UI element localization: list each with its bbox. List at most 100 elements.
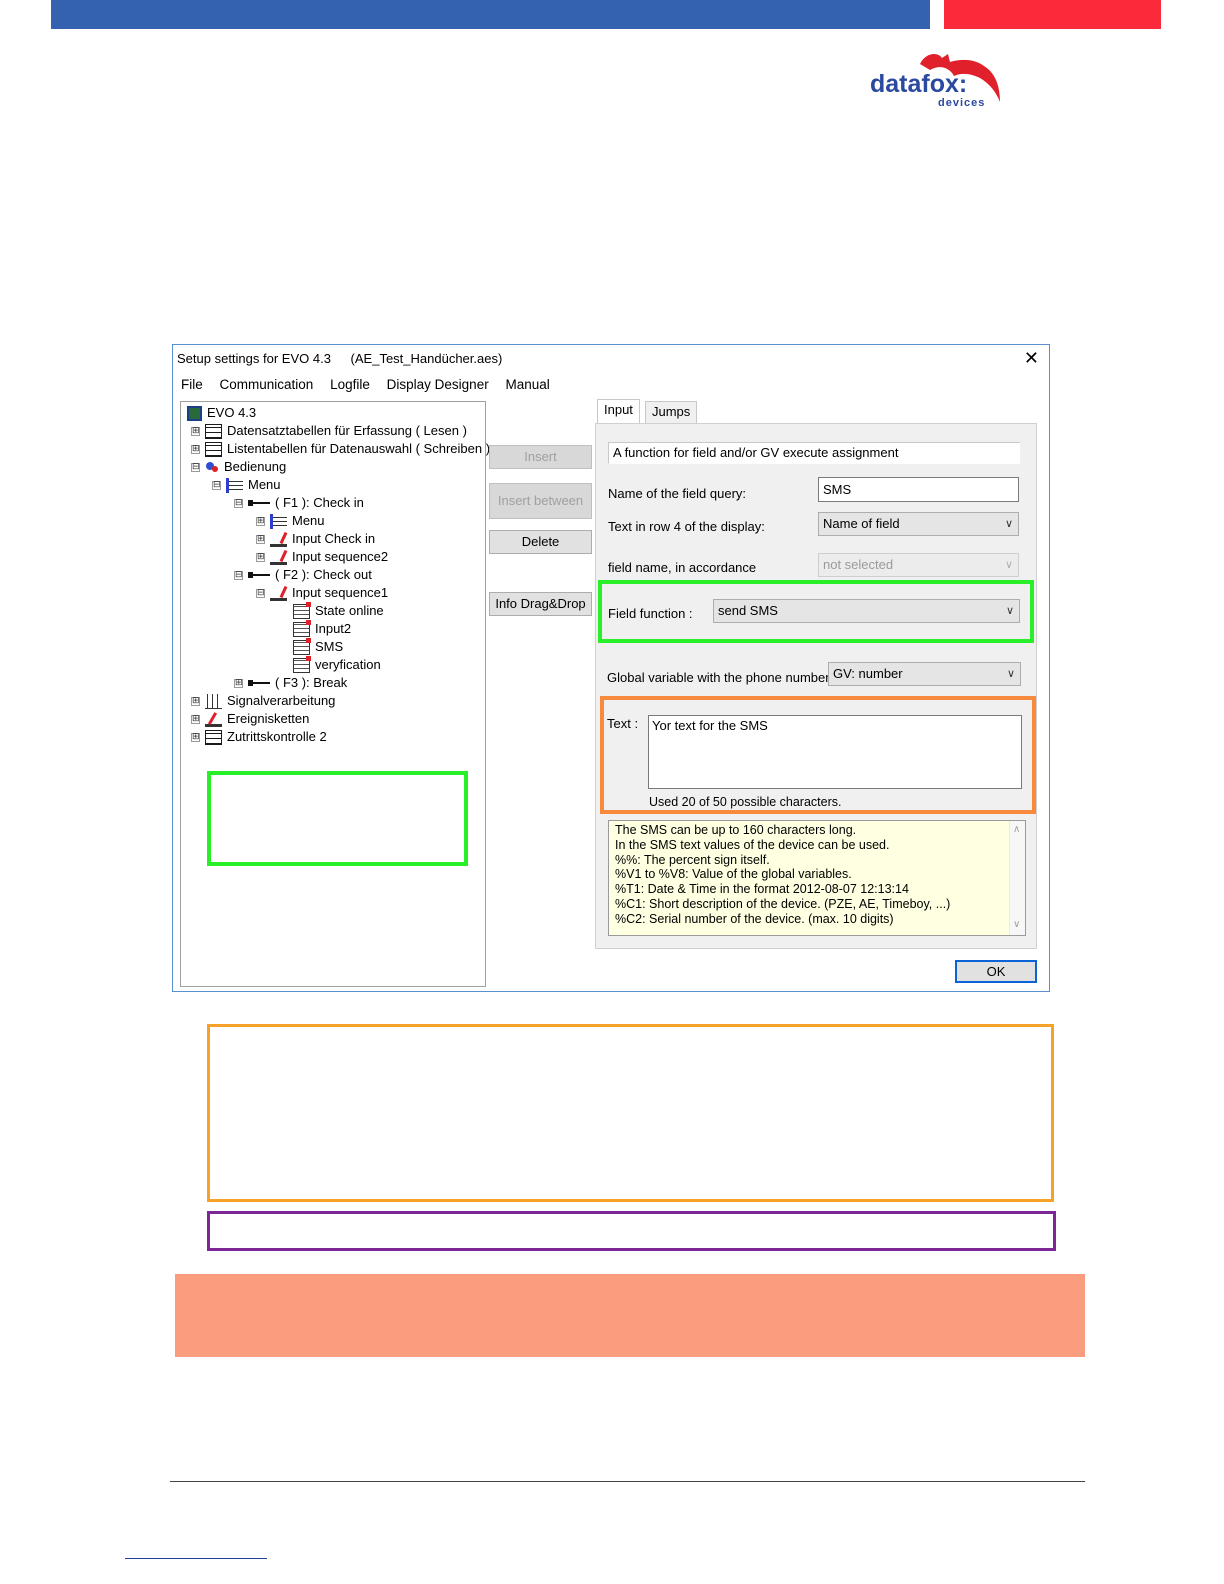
tree-item-menu[interactable]: ⊟ Menu (212, 476, 281, 494)
annotation-box-orange (207, 1024, 1054, 1202)
field-name-input[interactable]: SMS (818, 477, 1019, 502)
menu-display-designer[interactable]: Display Designer (387, 377, 489, 392)
tree-item-input-sequence1[interactable]: ⊟ Input sequence1 (256, 584, 388, 602)
expand-icon[interactable]: ⊞ (191, 732, 200, 742)
ok-button[interactable]: OK (955, 960, 1037, 983)
tree-item-label: Menu (248, 477, 281, 492)
tree-item-datensatztabellen[interactable]: ⊞ Datensatztabellen für Erfassung ( Lese… (191, 422, 467, 440)
annotation-box-purple (207, 1211, 1056, 1251)
tree-item-label: veryfication (315, 657, 381, 672)
event-chain-icon (205, 712, 222, 727)
delete-button[interactable]: Delete (489, 530, 592, 554)
collapse-icon[interactable]: ⊟ (191, 462, 200, 472)
expand-icon[interactable]: ⊞ (256, 516, 265, 526)
char-count-text: Used 20 of 50 possible characters. (649, 795, 842, 809)
function-key-icon (248, 500, 270, 506)
gv-phone-select[interactable]: GV: number ∨ (828, 662, 1021, 686)
expand-icon[interactable]: ⊞ (256, 552, 265, 562)
tree-item-label: Menu (292, 513, 325, 528)
tree-item-submenu[interactable]: ⊞ Menu (256, 512, 325, 530)
tree-item-input-sequence2[interactable]: ⊞ Input sequence2 (256, 548, 388, 566)
logo-sub-text: devices (938, 97, 985, 109)
tab-jumps[interactable]: Jumps (645, 401, 698, 423)
expand-icon[interactable]: ⊞ (256, 534, 265, 544)
input-icon (270, 550, 287, 565)
tree-item-bedienung[interactable]: ⊟ Bedienung (191, 458, 286, 476)
collapse-icon[interactable]: ⊟ (212, 480, 221, 490)
menu-file[interactable]: File (181, 377, 203, 392)
menu-communication[interactable]: Communication (220, 377, 314, 392)
datafox-logo: datafox: devices (868, 50, 1008, 112)
info-scrollbar[interactable]: ∧ ∨ (1009, 821, 1025, 935)
tree-item-f1-check-in[interactable]: ⊟ ( F1 ): Check in (234, 494, 364, 512)
scroll-up-icon[interactable]: ∧ (1013, 823, 1020, 838)
tree-item-label: Signalverarbeitung (227, 693, 336, 708)
tree-item-label: Datensatztabellen für Erfassung ( Lesen … (227, 423, 467, 438)
tree-item-f2-check-out[interactable]: ⊟ ( F2 ): Check out (234, 566, 372, 584)
input-icon (270, 532, 287, 547)
tree-item-sms[interactable]: SMS (293, 637, 344, 656)
info-line: The SMS can be up to 160 characters long… (615, 823, 857, 837)
info-line: %C1: Short description of the device. (P… (615, 896, 951, 911)
tree-root[interactable]: EVO 4.3 (187, 404, 256, 422)
tab-input[interactable]: Input (597, 399, 640, 424)
tree-item-input2[interactable]: Input2 (293, 619, 351, 638)
close-icon[interactable]: ✕ (1024, 348, 1039, 368)
field-function-select[interactable]: send SMS ∨ (713, 599, 1020, 623)
footer-link-underline (125, 1558, 267, 1559)
expand-icon[interactable]: ⊞ (191, 696, 200, 706)
chevron-down-icon: ∨ (1005, 604, 1014, 617)
logo-main-text: datafox: (870, 70, 967, 98)
tree-item-label: ( F3 ): Break (275, 675, 348, 690)
window-title: Setup settings for EVO 4.3 (AE_Test_Hand… (177, 351, 502, 366)
tree-item-label: Zutrittskontrolle 2 (227, 729, 327, 744)
tree-item-label: SMS (315, 639, 344, 654)
expand-icon[interactable]: ⊞ (234, 678, 243, 688)
info-dragdrop-button[interactable]: Info Drag&Drop (489, 592, 592, 616)
tree-item-signalverarbeitung[interactable]: ⊞ Signalverarbeitung (191, 692, 335, 710)
fieldname-accordance-selected: not selected (823, 557, 894, 572)
menu-logfile[interactable]: Logfile (330, 377, 370, 392)
tree-item-zutrittskontrolle[interactable]: ⊞ Zutrittskontrolle 2 (191, 728, 327, 746)
tree-item-label: Ereignisketten (227, 711, 310, 726)
field-icon (293, 637, 311, 655)
info-box: The SMS can be up to 160 characters long… (608, 820, 1026, 936)
expand-icon[interactable]: ⊞ (191, 444, 200, 454)
chevron-down-icon: ∨ (1004, 558, 1013, 571)
tree-item-veryfication[interactable]: veryfication (293, 655, 381, 674)
info-line: %C2: Serial number of the device. (max. … (615, 911, 894, 926)
expand-icon[interactable]: ⊞ (191, 714, 200, 724)
signal-icon (205, 693, 222, 709)
gv-phone-label: Global variable with the phone number: (607, 670, 834, 685)
collapse-icon[interactable]: ⊟ (256, 588, 265, 598)
access-control-icon (205, 729, 222, 745)
info-line: %%: The percent sign itself. (615, 852, 770, 867)
tree-item-state-online[interactable]: State online (293, 601, 384, 620)
tree-item-input-check-in[interactable]: ⊞ Input Check in (256, 530, 375, 548)
collapse-icon[interactable]: ⊟ (234, 498, 243, 508)
function-key-icon (248, 680, 270, 686)
tree-item-ereignisketten[interactable]: ⊞ Ereignisketten (191, 710, 309, 728)
insert-between-button[interactable]: Insert between (489, 483, 592, 519)
highlight-box-tree (207, 771, 468, 866)
menu-bar: File Communication Logfile Display Desig… (181, 377, 563, 392)
tree-item-listentabellen[interactable]: ⊞ Listentabellen für Datenauswahl ( Schr… (191, 440, 490, 458)
menu-manual[interactable]: Manual (505, 377, 549, 392)
expand-icon[interactable]: ⊞ (191, 426, 200, 436)
row4-select[interactable]: Name of field ∨ (818, 512, 1019, 536)
tree-item-f3-break[interactable]: ⊞ ( F3 ): Break (234, 674, 347, 692)
sms-text-area[interactable]: Yor text for the SMS (648, 715, 1022, 789)
insert-button[interactable]: Insert (489, 445, 592, 469)
tree-item-label: ( F1 ): Check in (275, 495, 364, 510)
table-icon (205, 423, 222, 439)
fieldname-accordance-select[interactable]: not selected ∨ (818, 553, 1019, 577)
footer-divider (170, 1481, 1085, 1482)
window-file-name: (AE_Test_Handücher.aes) (350, 351, 503, 366)
row4-selected: Name of field (823, 516, 900, 531)
collapse-icon[interactable]: ⊟ (234, 570, 243, 580)
menu-icon (226, 477, 243, 493)
tree-item-label: Bedienung (224, 459, 287, 474)
scroll-down-icon[interactable]: ∨ (1013, 918, 1020, 933)
setup-tree[interactable]: EVO 4.3 ⊞ Datensatztabellen für Erfassun… (180, 401, 490, 987)
tree-item-label: Input sequence2 (292, 549, 389, 564)
